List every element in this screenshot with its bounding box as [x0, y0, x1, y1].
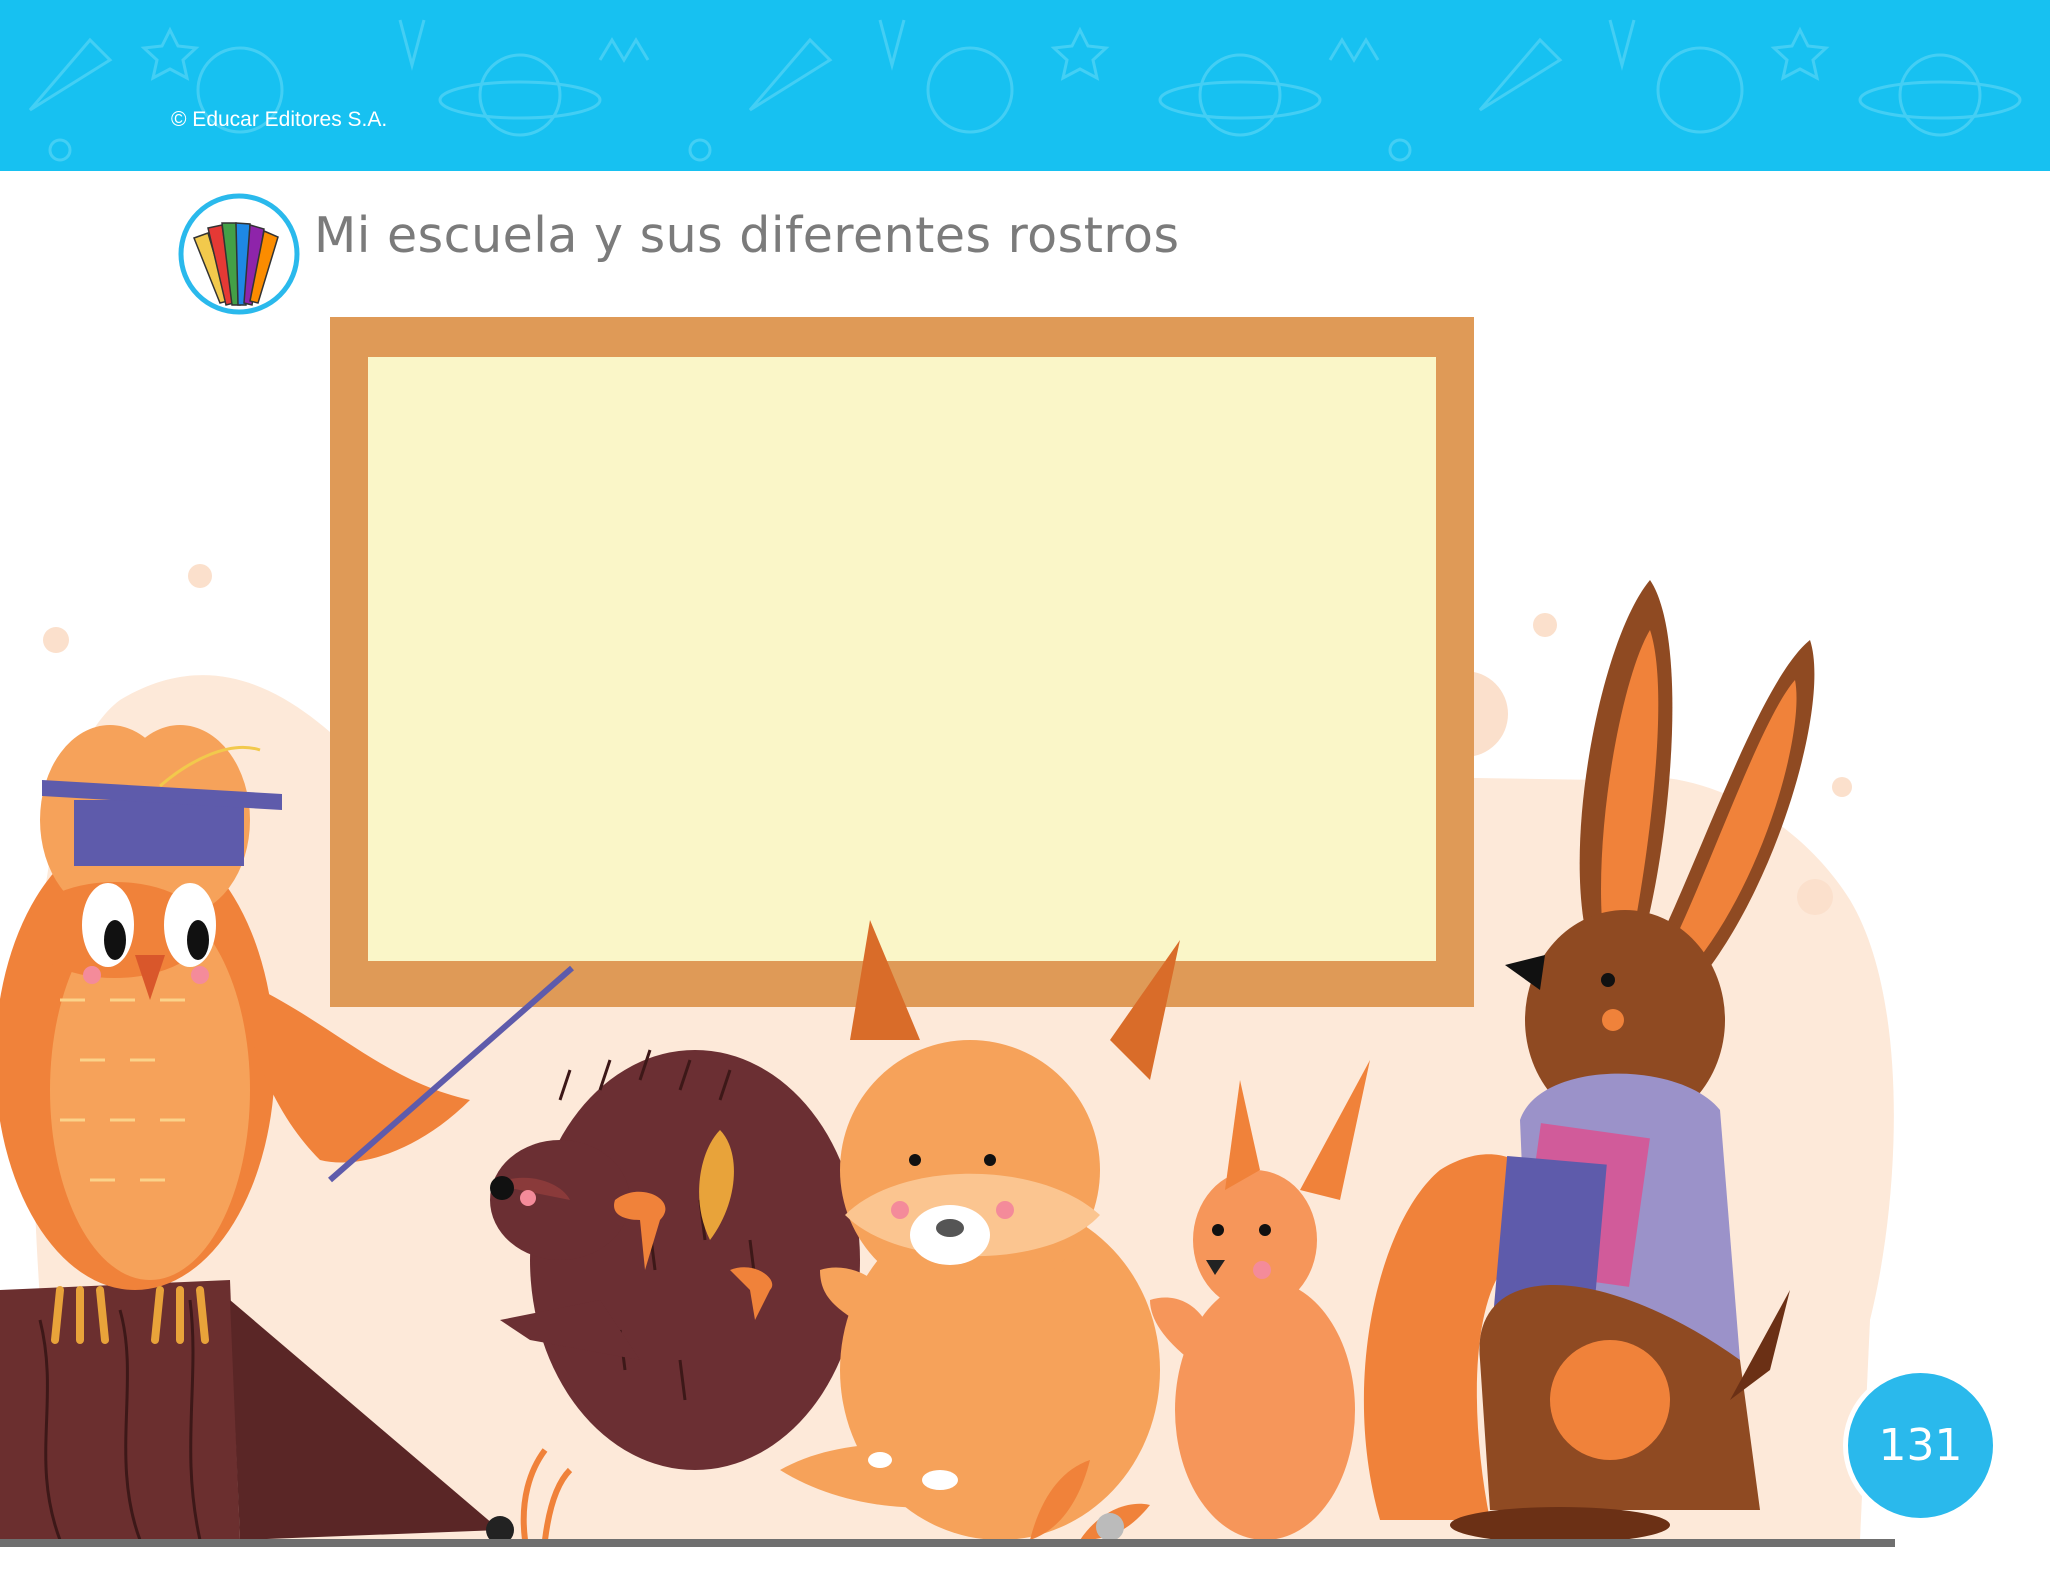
- page-number: 131: [1878, 1420, 1963, 1471]
- blank-chalkboard: [330, 317, 1474, 1007]
- page-number-badge: 131: [1843, 1368, 1998, 1523]
- bottom-rule: [0, 1539, 1895, 1547]
- classroom-illustration: [0, 317, 1894, 1544]
